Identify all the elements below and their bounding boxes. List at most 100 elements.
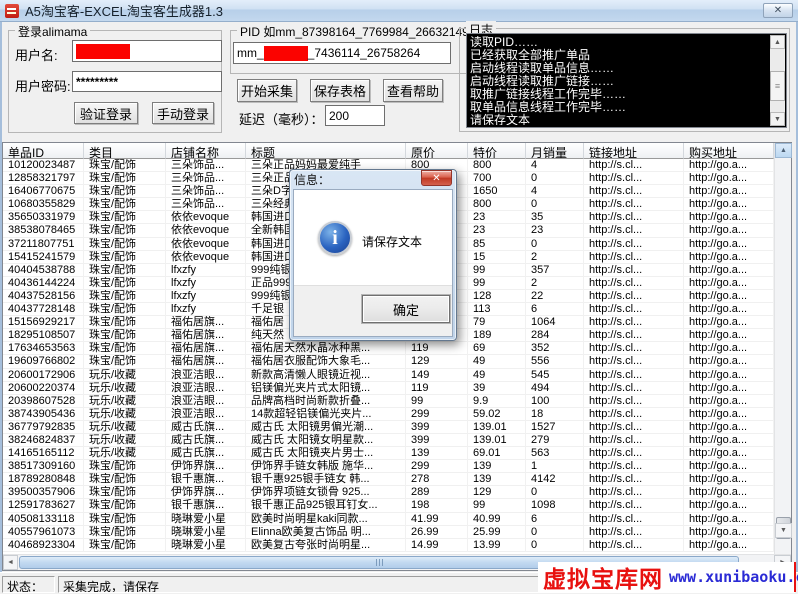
table-cell: 三朵饰品... <box>166 185 246 198</box>
status-label: 状态： <box>2 576 55 593</box>
verify-login-button[interactable]: 验证登录 <box>74 102 138 124</box>
save-table-button[interactable]: 保存表格 <box>310 79 370 102</box>
close-icon[interactable]: ✕ <box>763 3 793 18</box>
table-row[interactable]: 19609766802珠宝/配饰福佑居旗...福佑居衣服配饰大象毛...1294… <box>3 355 774 368</box>
username-input[interactable] <box>72 40 222 62</box>
dialog-title-bar[interactable]: 信息： ✕ <box>294 170 452 189</box>
app-icon <box>5 4 19 18</box>
log-console: 读取PID……已经获取全部推广单品启动线程读取单品信息……启动线程读取推广链接…… <box>466 33 787 128</box>
scrollbar-thumb[interactable]: ≡ <box>770 71 785 101</box>
table-cell: http://go.a... <box>684 395 774 408</box>
table-cell: 278 <box>406 473 468 486</box>
table-cell: http://go.a... <box>684 251 774 264</box>
table-cell: 18295108507 <box>3 329 84 342</box>
table-cell: 4 <box>526 185 584 198</box>
log-scrollbar[interactable]: ▲ ≡ ▼ <box>770 35 785 126</box>
password-input[interactable]: ********* <box>72 71 222 92</box>
table-row[interactable]: 20600220374玩乐/收藏浪亚洁眼...铝镁偏光夹片式太阳镜...1193… <box>3 382 774 395</box>
table-cell: http://s.cl... <box>584 264 684 277</box>
table-cell: 玩乐/收藏 <box>84 408 166 421</box>
table-row[interactable]: 40508133118珠宝/配饰晓琳爱小星欧美时尚明星kaki同款...41.9… <box>3 513 774 526</box>
table-row[interactable]: 20398607528玩乐/收藏浪亚洁眼...品牌高档时尚新款折叠...999.… <box>3 395 774 408</box>
table-cell: 41.99 <box>406 513 468 526</box>
table-cell: 35 <box>526 211 584 224</box>
table-cell: 1098 <box>526 499 584 512</box>
scroll-down-icon[interactable]: ▼ <box>775 523 792 538</box>
table-cell: 36779792835 <box>3 421 84 434</box>
table-cell: http://s.cl... <box>584 473 684 486</box>
table-cell: 14款超轻铝镁偏光夹片... <box>246 408 406 421</box>
table-cell: 2 <box>526 277 584 290</box>
manual-login-button[interactable]: 手动登录 <box>152 102 214 124</box>
table-cell: 珠宝/配饰 <box>84 303 166 316</box>
table-row[interactable]: 38517309160珠宝/配饰伊饰界旗...伊饰界手链女韩版 施华...299… <box>3 460 774 473</box>
scroll-down-icon[interactable]: ▼ <box>770 112 785 126</box>
table-cell: 800 <box>468 159 526 172</box>
table-cell: 威古氏 太阳镜夹片男士... <box>246 447 406 460</box>
column-header[interactable]: 原价 <box>406 143 468 159</box>
table-cell: 9.9 <box>468 395 526 408</box>
column-header[interactable]: 单品ID <box>3 143 84 159</box>
table-cell: http://go.a... <box>684 526 774 539</box>
scroll-left-icon[interactable]: ◄ <box>3 555 18 570</box>
pid-input[interactable]: mm__7436114_26758264 <box>233 42 451 64</box>
table-cell: 399 <box>406 434 468 447</box>
table-cell: 40436144224 <box>3 277 84 290</box>
table-cell: 16406770675 <box>3 185 84 198</box>
table-cell: http://go.a... <box>684 224 774 237</box>
close-icon[interactable]: ✕ <box>421 170 452 186</box>
table-row[interactable]: 17634653563珠宝/配饰福佑居旗...福佑居天然水晶冰种黑...1196… <box>3 342 774 355</box>
table-cell: 6 <box>526 303 584 316</box>
table-row[interactable]: 14165165112玩乐/收藏威古氏旗...威古氏 太阳镜夹片男士...139… <box>3 447 774 460</box>
view-help-button[interactable]: 查看帮助 <box>383 79 443 102</box>
table-cell: 284 <box>526 329 584 342</box>
table-cell: http://s.cl... <box>584 355 684 368</box>
login-group-title: 登录alimama <box>15 23 90 40</box>
table-cell: http://s.cl... <box>584 290 684 303</box>
column-header[interactable]: 标题 <box>246 143 406 159</box>
table-cell: lfxzfy <box>166 264 246 277</box>
redaction-block <box>76 44 130 59</box>
table-row[interactable]: 12591783627珠宝/配饰银千惠旗...银千惠正品925银耳钉女...19… <box>3 499 774 512</box>
table-cell: 依依evoque <box>166 224 246 237</box>
column-header[interactable]: 类目 <box>84 143 166 159</box>
table-cell: 15156929217 <box>3 316 84 329</box>
table-cell: 13.99 <box>468 539 526 552</box>
table-cell: 玩乐/收藏 <box>84 382 166 395</box>
table-cell: 珠宝/配饰 <box>84 290 166 303</box>
table-row[interactable]: 40468923304珠宝/配饰晓琳爱小星欧美复古夸张时尚明星...14.991… <box>3 539 774 552</box>
table-cell: http://go.a... <box>684 369 774 382</box>
table-cell: 25.99 <box>468 526 526 539</box>
delay-input[interactable]: 200 <box>325 105 385 126</box>
table-cell: 563 <box>526 447 584 460</box>
title-bar[interactable]: A5淘宝客-EXCEL淘宝客生成器1.3 ✕ <box>0 0 798 22</box>
table-row[interactable]: 20600172906玩乐/收藏浪亚洁眼...新款高清懒人眼镜近视...1494… <box>3 369 774 382</box>
column-header[interactable]: 月销量 <box>526 143 584 159</box>
scroll-up-icon[interactable]: ▲ <box>770 35 785 49</box>
column-header[interactable]: 店铺名称 <box>166 143 246 159</box>
column-header[interactable]: 链接地址 <box>584 143 684 159</box>
table-row[interactable]: 38743905436玩乐/收藏浪亚洁眼...14款超轻铝镁偏光夹片...299… <box>3 408 774 421</box>
table-cell: 38538078465 <box>3 224 84 237</box>
table-cell: http://go.a... <box>684 447 774 460</box>
start-collect-button[interactable]: 开始采集 <box>237 79 297 102</box>
table-cell: 129 <box>406 355 468 368</box>
table-cell: 39500357906 <box>3 486 84 499</box>
table-row[interactable]: 40557961073珠宝/配饰晓琳爱小星Elinna欧美复古饰品 明...26… <box>3 526 774 539</box>
ok-button[interactable]: 确定 <box>362 295 450 323</box>
table-row[interactable]: 18789280848珠宝/配饰银千惠旗...银千惠925银手链女 韩...27… <box>3 473 774 486</box>
table-row[interactable]: 39500357906珠宝/配饰伊饰界旗...伊饰界项链女锁骨 925...28… <box>3 486 774 499</box>
scroll-up-icon[interactable]: ▲ <box>775 143 792 158</box>
column-header[interactable]: 购买地址 <box>684 143 774 159</box>
table-cell: 依依evoque <box>166 211 246 224</box>
table-cell: http://go.a... <box>684 316 774 329</box>
table-row[interactable]: 38246824837玩乐/收藏威古氏旗...威古氏 太阳镜女明星款...399… <box>3 434 774 447</box>
table-cell: 12591783627 <box>3 499 84 512</box>
table-cell: 545 <box>526 369 584 382</box>
column-header[interactable]: 特价 <box>468 143 526 159</box>
table-cell: 浪亚洁眼... <box>166 408 246 421</box>
table-row[interactable]: 36779792835玩乐/收藏威古氏旗...威古氏 太阳镜男偏光潮...399… <box>3 421 774 434</box>
table-cell: http://s.cl... <box>584 382 684 395</box>
table-cell: 珠宝/配饰 <box>84 198 166 211</box>
table-vertical-scrollbar[interactable]: ▲ ▼ <box>774 143 791 554</box>
